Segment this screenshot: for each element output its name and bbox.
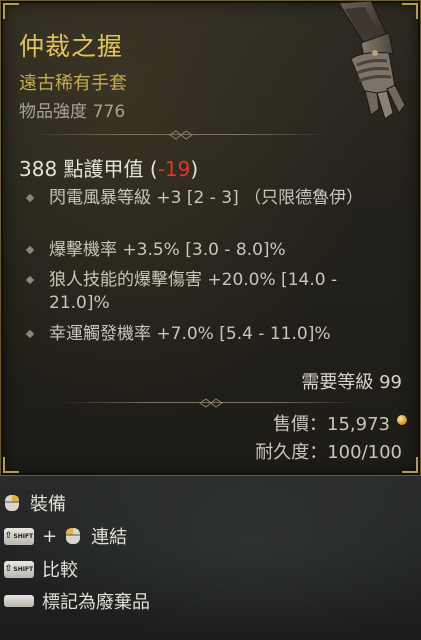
- item-tooltip: 仲裁之握 遠古稀有手套 物品強度 776 388 點護甲值 (-19) 閃電風暴…: [0, 0, 421, 476]
- frame-corner: [402, 457, 418, 473]
- item-power-value: 776: [92, 102, 126, 122]
- action-mark-junk-label: 標記為廢棄品: [42, 592, 150, 613]
- action-link[interactable]: ⇧ SHIFT + 連結: [4, 523, 127, 549]
- durability: 耐久度：100/100: [255, 442, 402, 463]
- action-compare[interactable]: ⇧ SHIFT 比較: [4, 556, 78, 582]
- mouse-right-icon: [4, 494, 20, 512]
- frame-corner: [3, 457, 19, 473]
- action-equip[interactable]: 裝備: [4, 490, 66, 516]
- section-divider: [31, 129, 331, 141]
- action-panel: 裝備 ⇧ SHIFT + 連結 ⇧ SHIFT 比較 標記為廢棄品: [0, 476, 421, 640]
- required-level: 需要等級 99: [301, 372, 402, 393]
- action-equip-label: 裝備: [30, 494, 66, 515]
- gauntlet-icon: [331, 0, 415, 125]
- section-divider: [61, 397, 361, 409]
- armor-value: 388 點護甲值 (-19): [19, 157, 199, 181]
- action-compare-label: 比較: [42, 560, 78, 581]
- sell-value: 售價：15,973: [273, 414, 390, 435]
- gold-coin-icon: [397, 415, 407, 425]
- shift-key-icon: ⇧ SHIFT: [4, 560, 34, 578]
- affix-line: 幸運觸發機率 +7.0% [5.4 - 11.0]%: [25, 323, 387, 346]
- action-mark-junk[interactable]: 標記為廢棄品: [4, 588, 150, 614]
- shift-key-icon: ⇧ SHIFT: [4, 527, 34, 545]
- item-name: 仲裁之握: [19, 32, 124, 61]
- item-power-label: 物品強度: [19, 102, 87, 122]
- affix-line: 狼人技能的爆擊傷害 +20.0% [14.0 - 21.0]%: [25, 269, 387, 315]
- space-key-icon: [4, 595, 34, 607]
- action-link-plus: +: [42, 525, 58, 547]
- frame-corner: [3, 3, 19, 19]
- item-rarity: 遠古稀有手套: [19, 73, 127, 94]
- armor-text: 388 點護甲值: [19, 157, 144, 181]
- affix-line: 爆擊機率 +3.5% [3.0 - 8.0]%: [25, 239, 387, 262]
- item-power: 物品強度 776: [19, 97, 125, 122]
- affix-line: 閃電風暴等級 +3 [2 - 3] （只限德魯伊）: [25, 187, 387, 210]
- armor-delta: -19: [157, 157, 191, 181]
- action-link-label: 連結: [91, 527, 128, 548]
- mouse-left-icon: [65, 527, 81, 545]
